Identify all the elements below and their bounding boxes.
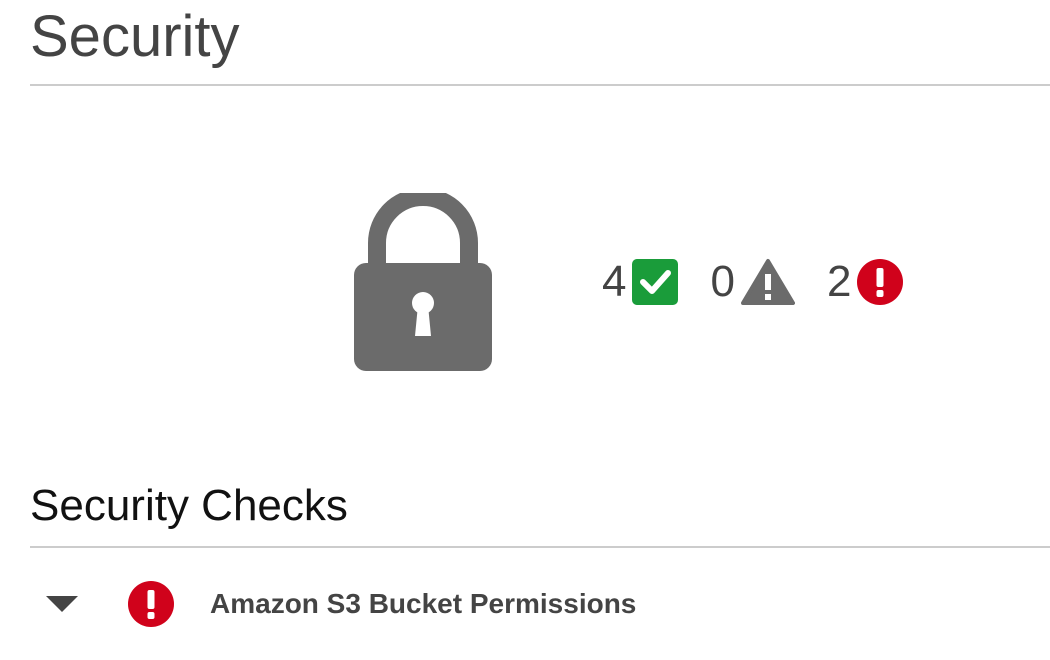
check-item-label: Amazon S3 Bucket Permissions [210,588,637,619]
lock-icon [354,193,492,371]
security-page: Security 4 0 2 Security Checks Amazon S3… [0,0,1050,660]
check-icon [632,259,679,305]
error-icon [128,581,174,627]
chevron-down-icon[interactable] [46,596,78,612]
page-title: Security [30,4,240,69]
error-icon [857,259,904,305]
warning-icon [740,259,795,305]
security-summary: 4 0 2 [602,250,904,314]
title-divider [30,84,1050,86]
warnings-summary: 0 [710,250,795,314]
check-item-s3-bucket-permissions[interactable]: Amazon S3 Bucket Permissions [30,576,1030,632]
errors-summary: 2 [826,250,904,314]
passed-count: 4 [602,257,627,306]
passed-summary: 4 [602,250,679,314]
warnings-count: 0 [710,257,735,306]
section-divider [30,546,1050,548]
section-title: Security Checks [30,481,348,530]
errors-count: 2 [826,257,852,306]
